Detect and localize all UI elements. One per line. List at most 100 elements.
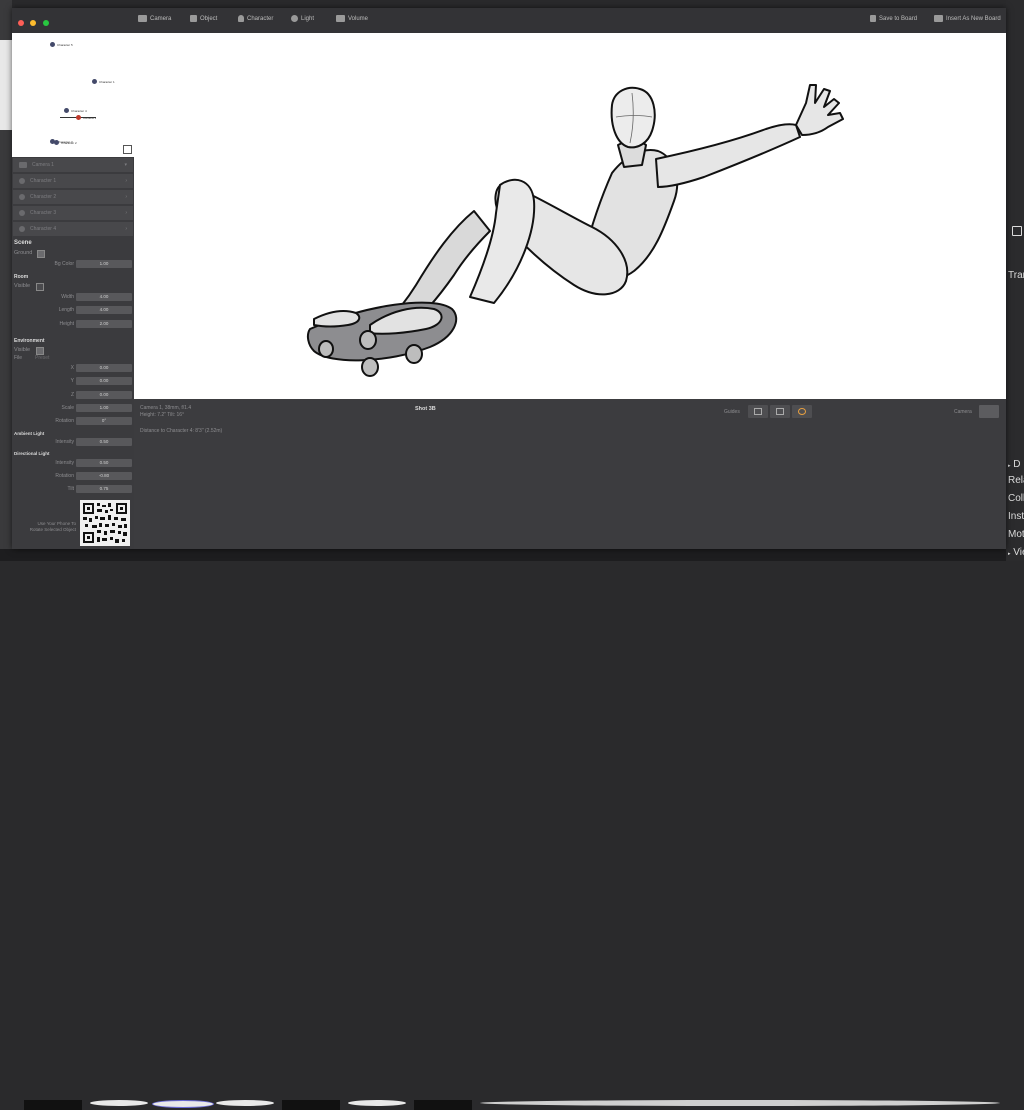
thirds-guide-button[interactable] [770, 405, 790, 418]
person-icon [19, 210, 25, 216]
room-width-label: Width [61, 294, 74, 300]
file-label[interactable]: File [14, 355, 22, 361]
overhead-marker[interactable]: Camera 1 [76, 115, 96, 120]
room-visible-checkbox[interactable] [36, 283, 44, 291]
panel-label[interactable]: Mot [1008, 529, 1024, 540]
bg-color-field[interactable]: 1.00 [76, 260, 132, 268]
close-button[interactable] [18, 20, 24, 26]
guides-label: Guides [724, 409, 740, 415]
phone-line: Rotate Selected Object [29, 527, 76, 532]
add-character-button[interactable]: Character [238, 15, 273, 22]
overhead-map[interactable]: Character 5 Character 1 Character 4 Came… [12, 33, 134, 157]
directional-light-heading: Directional Light [14, 451, 50, 456]
room-width-field[interactable]: 4.00 [76, 293, 132, 301]
character-marker-icon [54, 140, 59, 145]
insert-icon [934, 15, 943, 22]
directional-tilt-label: Tilt [67, 486, 74, 492]
expand-icon[interactable] [123, 145, 132, 154]
object-label: Character 2 [30, 194, 57, 200]
person-icon [19, 178, 25, 184]
board-thumbnail[interactable] [152, 1100, 214, 1108]
character-marker-icon [92, 79, 97, 84]
object-label: Character 3 [30, 210, 57, 216]
shot-label: Shot 3B [415, 406, 436, 412]
add-volume-label: Volume [348, 15, 369, 22]
minimize-button[interactable] [30, 20, 37, 26]
shot-info-panel: Camera 1, 38mm, f/1.4 Height: 7.2" Tilt:… [134, 399, 1006, 549]
character-marker-icon [50, 42, 55, 47]
board-thumbnail[interactable] [90, 1100, 148, 1106]
camera-viewport[interactable] [134, 33, 1006, 399]
environment-z-field[interactable]: 0.00 [76, 391, 132, 399]
add-volume-button[interactable]: Volume [336, 15, 368, 22]
panel-label[interactable]: ▸ D [1008, 459, 1021, 470]
room-height-field[interactable]: 2.00 [76, 320, 132, 328]
overhead-marker[interactable]: Character 2 [54, 140, 77, 145]
object-row-character[interactable]: Character 3 › [13, 206, 133, 220]
height-info: Height: 7.2" Tilt: 16° [140, 412, 185, 418]
environment-scale-field[interactable]: 1.00 [76, 404, 132, 412]
environment-y-label: Y [70, 378, 74, 384]
object-row-character[interactable]: Character 2 › [13, 190, 133, 204]
room-heading: Room [14, 274, 29, 280]
zoom-button[interactable] [42, 20, 49, 26]
environment-visible-checkbox[interactable] [36, 347, 44, 355]
preset-label[interactable]: Preset [35, 355, 49, 361]
object-row-character[interactable]: Character 1 › [13, 174, 133, 188]
board-thumbnail[interactable] [348, 1100, 406, 1106]
center-guide-icon [754, 408, 762, 415]
distance-info: Distance to Character 4: 8'3" (2.52m) [140, 428, 223, 434]
panel-label[interactable]: Inst [1008, 511, 1024, 522]
board-thumbnail[interactable] [480, 1100, 1000, 1106]
insert-new-board-button[interactable]: Insert As New Board [934, 15, 1001, 22]
panel-label[interactable]: Coll [1008, 493, 1024, 504]
person-icon [19, 194, 25, 200]
directional-intensity-field[interactable]: 0.50 [76, 459, 132, 467]
camera-settings-button[interactable] [979, 405, 999, 418]
overhead-marker[interactable]: Character 5 [50, 42, 73, 47]
directional-tilt-field[interactable]: 0.75 [76, 485, 132, 493]
board-thumbnail[interactable] [414, 1100, 472, 1110]
ground-checkbox[interactable] [37, 250, 45, 258]
center-guide-button[interactable] [748, 405, 768, 418]
overhead-marker[interactable]: Character 1 [92, 79, 115, 84]
phone-instructions: Use Your Phone To Rotate Selected Object [14, 521, 76, 533]
insert-new-board-label: Insert As New Board [946, 15, 1001, 22]
scene-heading: Scene [14, 240, 32, 246]
eyeline-guide-button[interactable] [792, 405, 812, 418]
desktop-right-panel: Tran ▸ D Rela Coll Inst Mot ▸ View [1006, 0, 1024, 561]
chevron-down-icon: ▾ [124, 162, 127, 168]
board-thumbnail[interactable] [282, 1100, 340, 1110]
environment-y-field[interactable]: 0.00 [76, 377, 132, 385]
chevron-right-icon: › [125, 210, 127, 216]
overhead-marker[interactable]: Character 4 [64, 108, 87, 113]
save-to-board-button[interactable]: Save to Board [870, 15, 917, 22]
panel-label[interactable]: Rela [1008, 475, 1024, 486]
marker-label: Character 1 [99, 79, 115, 84]
ground-label: Ground [14, 250, 33, 256]
ambient-intensity-field[interactable]: 0.50 [76, 438, 132, 446]
panel-toggle-icon[interactable] [1012, 226, 1022, 236]
board-thumbnail[interactable] [216, 1100, 274, 1106]
ambient-light-heading: Ambient Light [14, 431, 45, 436]
camera-icon [138, 15, 147, 22]
thirds-guide-icon [776, 408, 784, 415]
ambient-intensity-label: Intensity [55, 439, 74, 445]
add-object-button[interactable]: Object [190, 15, 217, 22]
environment-x-field[interactable]: 0.00 [76, 364, 132, 372]
environment-rotation-field[interactable]: 0° [76, 417, 132, 425]
marker-label: Character 5 [57, 42, 73, 47]
add-camera-label: Camera [150, 15, 172, 22]
directional-rotation-field[interactable]: -0.80 [76, 472, 132, 480]
environment-rotation-label: Rotation [55, 418, 74, 424]
shot-generator-window: Camera Object Character Light Volume Sav… [12, 8, 1006, 549]
add-camera-button[interactable]: Camera [138, 15, 171, 22]
camera-info: Camera 1, 38mm, f/1.4 [140, 405, 192, 411]
panel-label[interactable]: ▸ View [1008, 547, 1024, 558]
board-thumbnail[interactable] [24, 1100, 82, 1110]
object-row-character[interactable]: Character 4 › [13, 222, 133, 236]
room-length-field[interactable]: 4.00 [76, 306, 132, 314]
add-light-button[interactable]: Light [291, 15, 314, 22]
toolbar: Camera Object Character Light Volume Sav… [12, 8, 1006, 34]
object-row-camera[interactable]: Camera 1 ▾ [13, 158, 133, 172]
